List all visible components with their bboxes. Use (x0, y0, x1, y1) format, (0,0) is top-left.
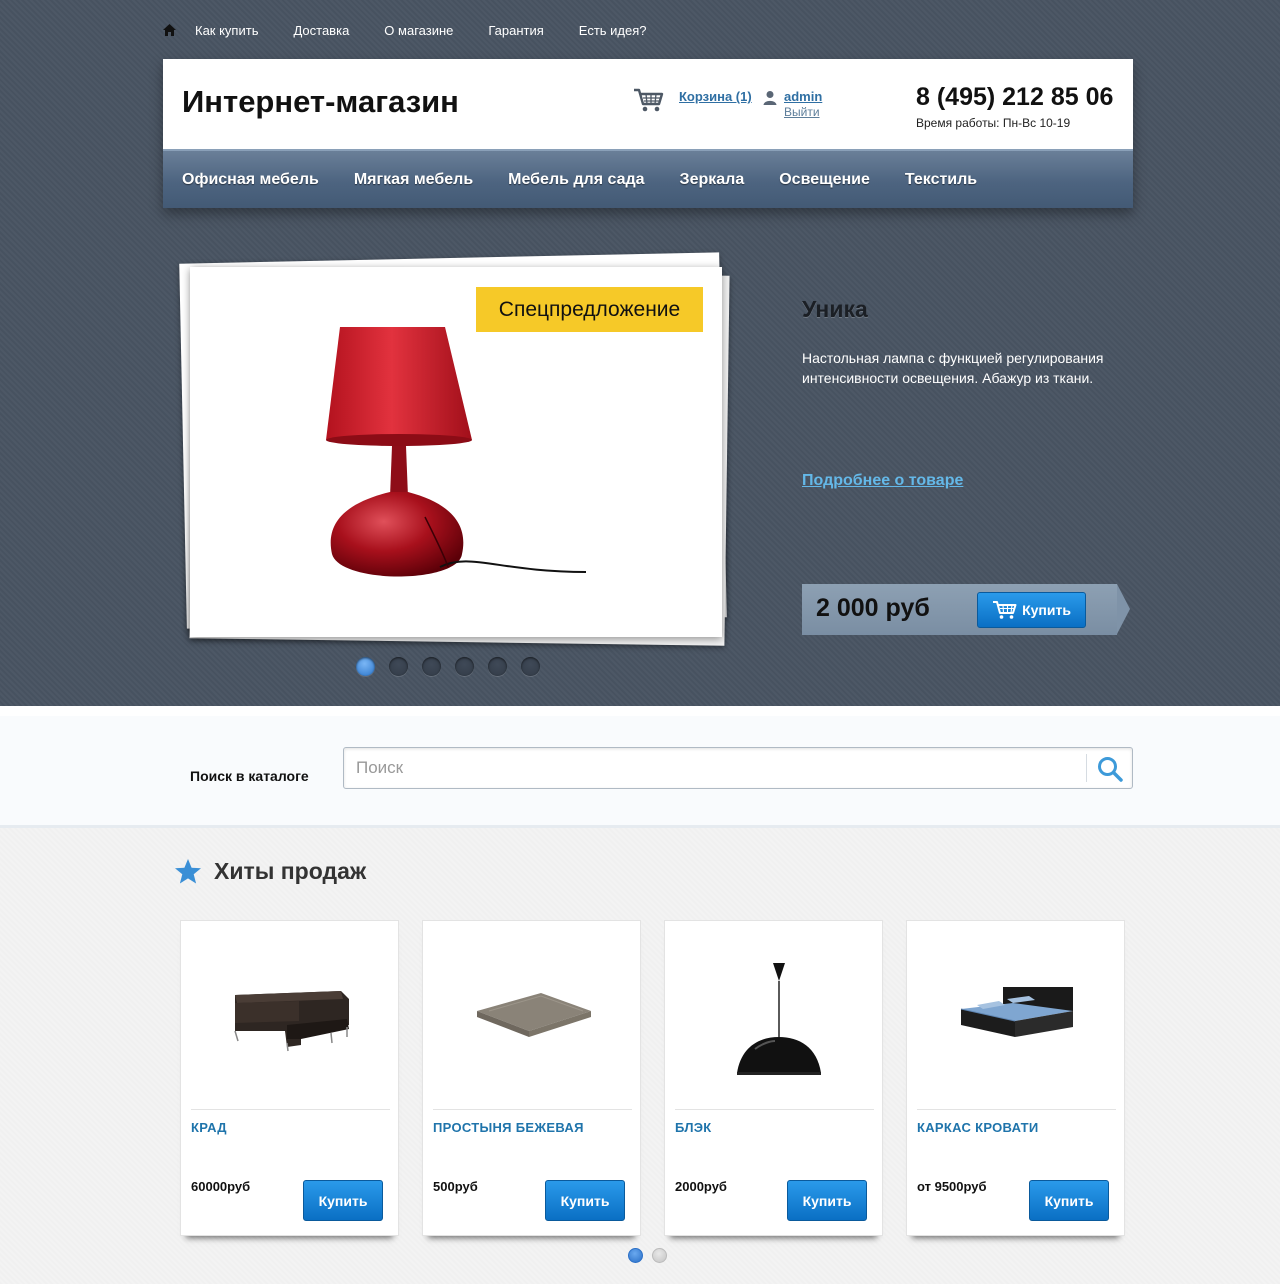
buy-button[interactable]: Купить (1029, 1180, 1109, 1221)
category-menu: Офисная мебель Мягкая мебель Мебель для … (163, 149, 1133, 208)
product-card[interactable]: КРАД 60000руб Купить (180, 920, 399, 1236)
category-textiles[interactable]: Текстиль (905, 171, 977, 189)
search-box (343, 747, 1133, 789)
bestsellers-section: Хиты продаж КРАД 60000руб Купить ПРОСТЫН… (0, 828, 1280, 1284)
bed-sheet-image (477, 993, 591, 1037)
slider-dot-2[interactable] (389, 657, 408, 676)
table-lamp-image (326, 327, 587, 577)
card-divider (191, 1109, 390, 1110)
nav-link-warranty[interactable]: Гарантия (488, 23, 543, 38)
bestsellers-dot-2[interactable] (652, 1248, 667, 1263)
category-mirrors[interactable]: Зеркала (680, 171, 745, 189)
promo-price: 2 000 руб (816, 594, 930, 622)
product-price: от 9500руб (917, 1179, 987, 1194)
bestsellers-pagination (628, 1248, 667, 1263)
category-soft-furniture[interactable]: Мягкая мебель (354, 171, 473, 189)
product-price: 500руб (433, 1179, 478, 1194)
slider-dot-6[interactable] (521, 657, 540, 676)
promo-product-description: Настольная лампа с функцией регулировани… (802, 350, 1104, 386)
work-hours: Время работы: Пн-Вс 10-19 (916, 116, 1071, 130)
nav-link-idea[interactable]: Есть идея? (579, 23, 647, 38)
product-title[interactable]: БЛЭК (675, 1120, 712, 1135)
search-section: Поиск в каталоге (0, 706, 1280, 828)
category-office-furniture[interactable]: Офисная мебель (182, 171, 319, 189)
product-card[interactable]: КАРКАС КРОВАТИ от 9500руб Купить (906, 920, 1125, 1236)
phone-number: 8 (495) 212 85 06 (916, 83, 1114, 111)
product-title[interactable]: КАРКАС КРОВАТИ (917, 1120, 1039, 1135)
user-profile-link[interactable]: admin (784, 89, 822, 104)
promo-price-ribbon: 2 000 руб Купить (802, 584, 1130, 635)
bestsellers-dot-1[interactable] (628, 1248, 643, 1263)
slider-pagination (356, 657, 540, 676)
header: Интернет-магазин Корзина (1) admin Выйти… (163, 59, 1133, 208)
buy-button[interactable]: Купить (303, 1180, 383, 1221)
nav-link-delivery[interactable]: Доставка (293, 23, 349, 38)
category-lighting[interactable]: Освещение (779, 171, 870, 189)
section-title: Хиты продаж (214, 858, 367, 884)
buy-button[interactable]: Купить (545, 1180, 625, 1221)
search-divider (1086, 754, 1087, 782)
bed-frame-image (960, 987, 1073, 1037)
product-title[interactable]: КРАД (191, 1120, 227, 1135)
promo-buy-button[interactable]: Купить (977, 592, 1086, 628)
card-divider (675, 1109, 874, 1110)
promo-details-link[interactable]: Подробнее о товаре (802, 472, 963, 490)
star-icon (175, 859, 201, 884)
cart-icon[interactable] (633, 87, 665, 113)
sofa-image (234, 991, 349, 1052)
pendant-lamp-image (737, 963, 821, 1075)
slider-dot-4[interactable] (455, 657, 474, 676)
product-title[interactable]: ПРОСТЫНЯ БЕЖЕВАЯ (433, 1120, 584, 1135)
card-divider (917, 1109, 1116, 1110)
site-title[interactable]: Интернет-магазин (182, 84, 459, 120)
promo-buy-label: Купить (1022, 602, 1071, 618)
search-input[interactable] (344, 748, 1086, 788)
hero-section: Как купить Доставка О магазине Гарантия … (0, 0, 1280, 706)
buy-button[interactable]: Купить (787, 1180, 867, 1221)
cart-icon (993, 601, 1017, 619)
cart-link[interactable]: Корзина (1) (679, 89, 752, 104)
home-icon[interactable] (162, 23, 177, 37)
product-card[interactable]: ПРОСТЫНЯ БЕЖЕВАЯ 500руб Купить (422, 920, 641, 1236)
product-price: 2000руб (675, 1179, 727, 1194)
slider-dot-5[interactable] (488, 657, 507, 676)
slider-dot-1[interactable] (356, 657, 375, 676)
slider-dot-3[interactable] (422, 657, 441, 676)
search-label: Поиск в каталоге (190, 768, 309, 784)
category-garden-furniture[interactable]: Мебель для сада (508, 171, 644, 189)
nav-link-about[interactable]: О магазине (384, 23, 453, 38)
search-icon[interactable] (1096, 755, 1124, 783)
logout-link[interactable]: Выйти (784, 105, 820, 119)
user-icon (763, 91, 777, 105)
promo-slide[interactable]: Спецпредложение (190, 267, 722, 637)
product-card[interactable]: БЛЭК 2000руб Купить (664, 920, 883, 1236)
promo-product-name: Уника (802, 296, 868, 322)
card-divider (433, 1109, 632, 1110)
product-price: 60000руб (191, 1179, 251, 1194)
top-navigation: Как купить Доставка О магазине Гарантия … (162, 20, 682, 40)
nav-link-how-to-buy[interactable]: Как купить (195, 23, 258, 38)
